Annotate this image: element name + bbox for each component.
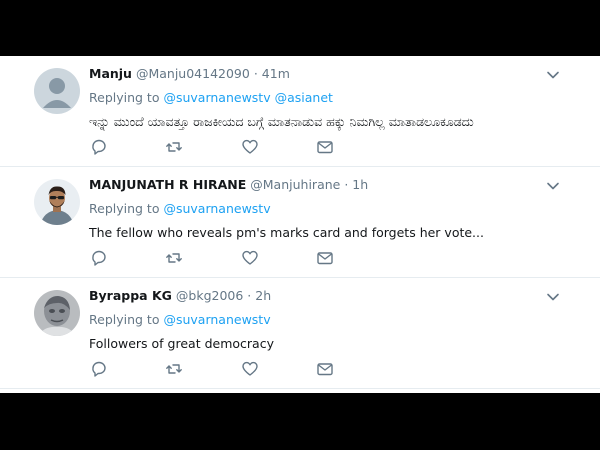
tweet-header: Byrappa KG @bkg2006 · 2h — [89, 288, 580, 304]
mention-link[interactable]: @suvarnanewstv — [163, 312, 270, 327]
reply-icon[interactable] — [90, 138, 108, 156]
replying-to: Replying to @suvarnanewstv — [89, 312, 580, 328]
tweet-text: The fellow who reveals pm's marks card a… — [89, 225, 484, 240]
heart-icon[interactable] — [241, 249, 259, 267]
avatar[interactable] — [34, 68, 80, 114]
replying-label: Replying to — [89, 90, 160, 105]
profile-photo-icon — [34, 290, 80, 336]
replying-label: Replying to — [89, 312, 160, 327]
chevron-down-icon[interactable] — [546, 179, 560, 193]
tweet-header: Manju @Manju04142090 · 41m — [89, 66, 580, 82]
display-name[interactable]: Byrappa KG — [89, 288, 172, 303]
reply-icon[interactable] — [90, 360, 108, 378]
heart-icon[interactable] — [241, 360, 259, 378]
retweet-icon[interactable] — [165, 360, 183, 378]
tweet[interactable]: Byrappa KG @bkg2006 · 2h Replying to @su… — [0, 278, 600, 389]
timestamp[interactable]: 41m — [262, 66, 290, 81]
heart-icon[interactable] — [241, 138, 259, 156]
user-handle[interactable]: @Manjuhirane — [250, 177, 340, 192]
replying-to: Replying to @suvarnanewstv — [89, 201, 580, 217]
mention-link[interactable]: @suvarnanewstv — [163, 90, 270, 105]
envelope-icon[interactable] — [316, 249, 334, 267]
timestamp[interactable]: 1h — [352, 177, 368, 192]
tweet[interactable]: MANJUNATH R HIRANE @Manjuhirane · 1h Rep… — [0, 167, 600, 278]
default-avatar-icon — [34, 68, 80, 114]
reply-icon[interactable] — [90, 249, 108, 267]
user-handle[interactable]: @bkg2006 — [176, 288, 243, 303]
retweet-icon[interactable] — [165, 138, 183, 156]
display-name[interactable]: MANJUNATH R HIRANE — [89, 177, 246, 192]
avatar[interactable] — [34, 179, 80, 225]
separator: · — [344, 177, 349, 192]
tweet-header: MANJUNATH R HIRANE @Manjuhirane · 1h — [89, 177, 580, 193]
tweet-text: Followers of great democracy — [89, 336, 274, 351]
avatar[interactable] — [34, 290, 80, 336]
envelope-icon[interactable] — [316, 360, 334, 378]
separator: · — [247, 288, 252, 303]
chevron-down-icon[interactable] — [546, 290, 560, 304]
envelope-icon[interactable] — [316, 138, 334, 156]
replying-to: Replying to @suvarnanewstv @asianet — [89, 90, 580, 106]
chevron-down-icon[interactable] — [546, 68, 560, 82]
replying-label: Replying to — [89, 201, 160, 216]
user-handle[interactable]: @Manju04142090 — [136, 66, 250, 81]
retweet-icon[interactable] — [165, 249, 183, 267]
display-name[interactable]: Manju — [89, 66, 132, 81]
timestamp[interactable]: 2h — [255, 288, 271, 303]
profile-photo-icon — [34, 179, 80, 225]
tweet-text: ಇನ್ನು ಮುಂದೆ ಯಾವತ್ತೂ ರಾಜಕೀಯದ ಬಗ್ಗೆ ಮಾತನಾಡ… — [89, 114, 474, 129]
tweet-reply-list: Manju @Manju04142090 · 41m Replying to @… — [0, 56, 600, 393]
mention-link[interactable]: @asianet — [275, 90, 333, 105]
separator: · — [253, 66, 258, 81]
tweet[interactable]: Manju @Manju04142090 · 41m Replying to @… — [0, 56, 600, 167]
mention-link[interactable]: @suvarnanewstv — [163, 201, 270, 216]
